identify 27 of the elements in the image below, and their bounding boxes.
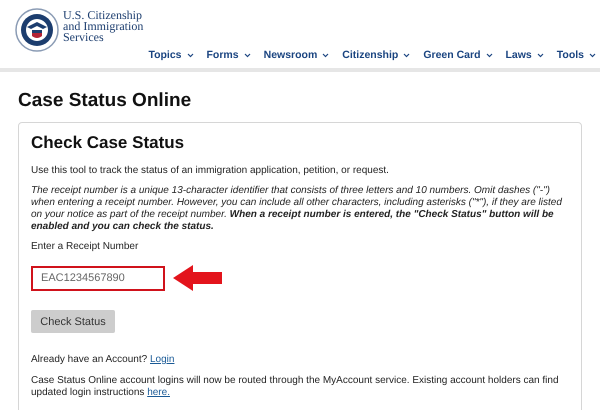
account-prompt: Already have an Account? Login [31,354,176,366]
field-label: Enter a Receipt Number [31,241,140,253]
nav-menu-item[interactable]: Tools [556,49,596,61]
nav-menu-item[interactable]: Citizenship [342,49,410,61]
instructions-link[interactable]: here. [147,387,170,398]
page-title: Case Status Online [18,90,192,112]
chevron-icon [486,52,492,58]
chevron-icon [403,52,410,58]
seal-icon [15,8,59,52]
login-link[interactable]: Login [150,354,174,365]
nav-menu-item[interactable]: Laws [506,49,544,61]
receipt-number-field[interactable]: EAC1234567890 [31,266,165,290]
agency-name[interactable]: U.S. Citizenship and Immigration Services [63,10,144,43]
chevron-icon [589,52,596,58]
chevron-icon [244,52,251,58]
nav-menu-item[interactable]: Forms [206,49,251,61]
card-title: Check Case Status [31,133,186,153]
nav-menu-item[interactable]: Green Card [423,49,492,61]
receipt-note: The receipt number is a unique 13-character identifier that consists of three letters and 10 numbers. Omit dashes ("-") when entering a receipt number. However, you can include all other characters, including asterisks ("*"), if they are listed on your notice as part of the receipt number. When a receipt number is entered, the "Check Status" button will be enabled and you can check the status. [31,185,564,233]
myaccount-notice: Case Status Online account logins will now be routed through the MyAccount service. Existing account holders can find updated login instructions here. [31,375,560,399]
pointer-arrow-icon [173,265,223,291]
nav-menu-item[interactable]: Topics [148,49,194,61]
chevron-icon [186,52,194,58]
intro-text: Use this tool to track the status of an immigration application, petition, or request. [31,165,390,177]
chevron-icon [536,52,544,58]
nav-menu-item[interactable]: Newsroom [264,49,330,61]
chevron-icon [322,52,330,58]
